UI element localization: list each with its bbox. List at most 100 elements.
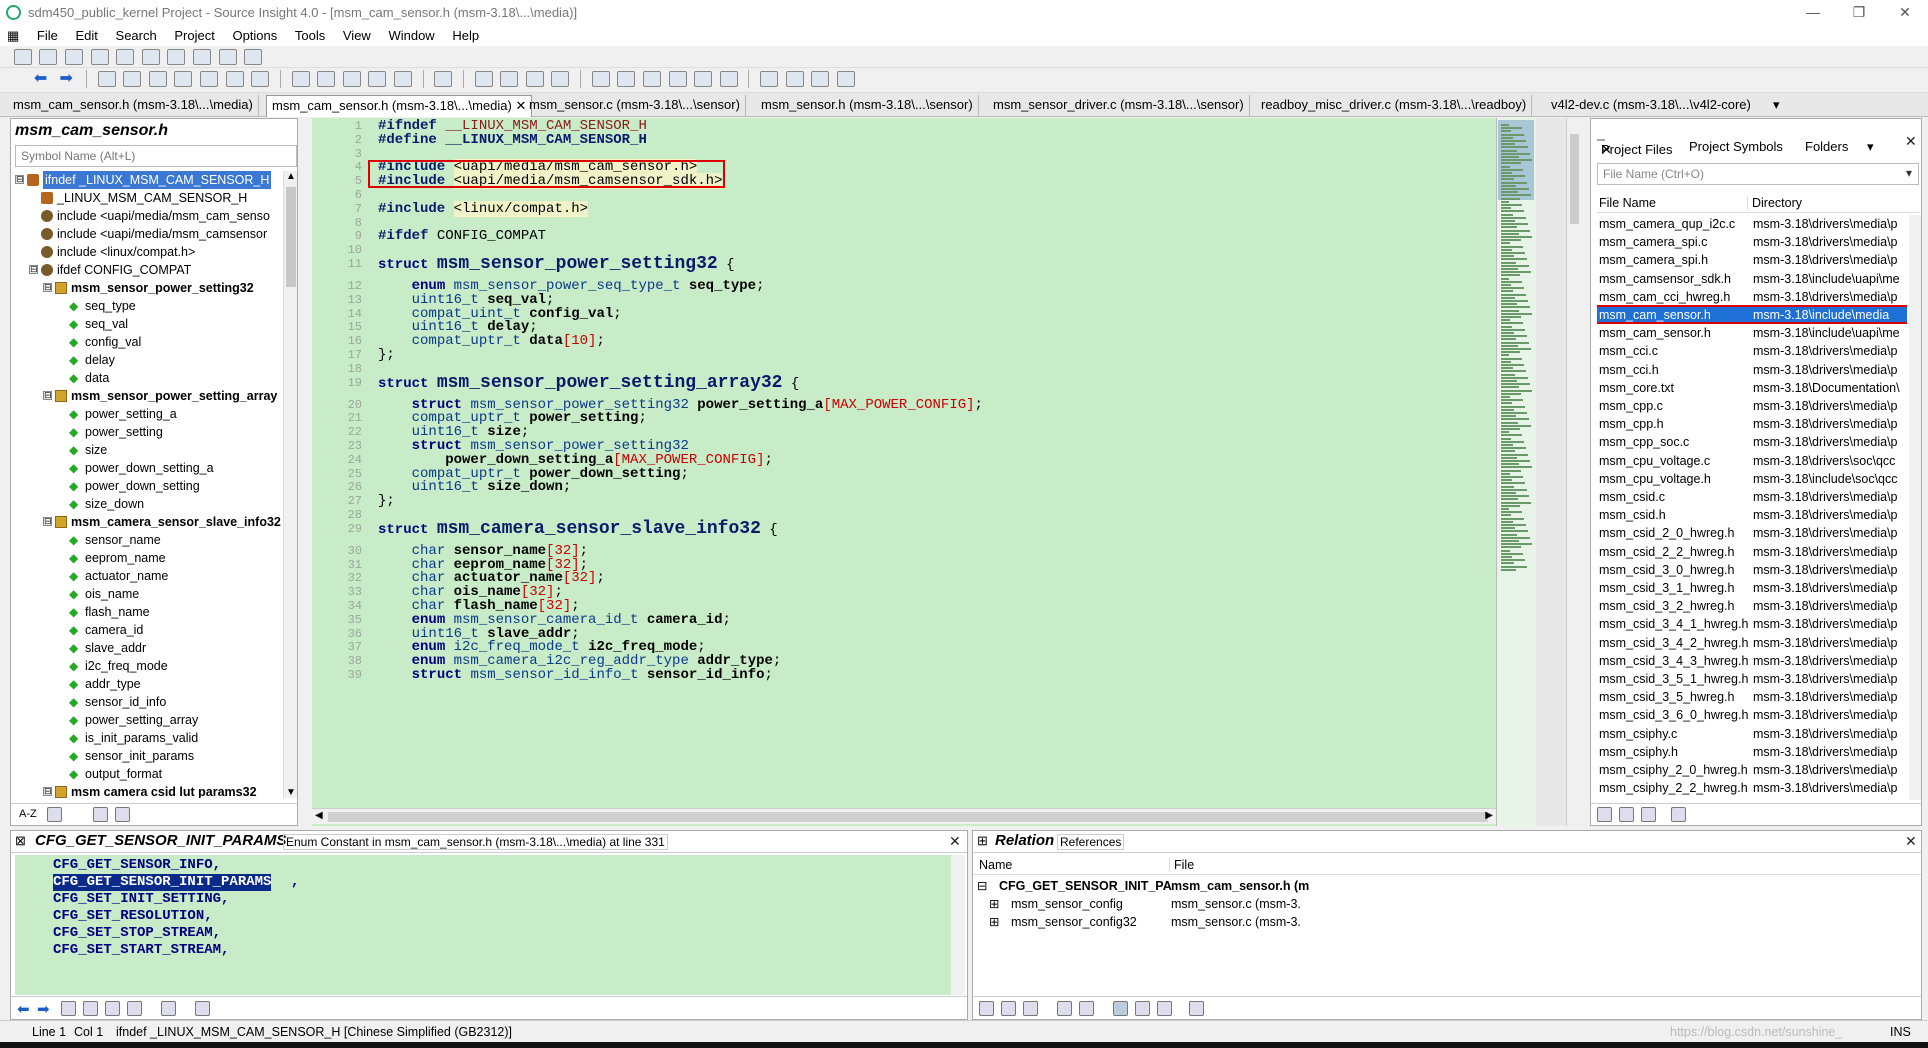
symbol-window-toggle-icon[interactable] bbox=[13, 49, 32, 65]
symbol-item[interactable]: ◆ delay bbox=[13, 351, 281, 369]
open-project-icon[interactable] bbox=[317, 71, 336, 87]
reformat-icon[interactable] bbox=[251, 71, 270, 87]
search-files-icon[interactable] bbox=[617, 71, 636, 87]
cascade-icon[interactable] bbox=[836, 71, 855, 87]
jump-icon[interactable] bbox=[525, 71, 544, 87]
file-list-icon[interactable] bbox=[1641, 807, 1656, 822]
r-icon[interactable] bbox=[105, 1001, 120, 1016]
close-button[interactable]: ✕ bbox=[1882, 0, 1928, 25]
menu-edit[interactable]: Edit bbox=[69, 25, 105, 46]
sort-az-icon[interactable]: A-Z bbox=[19, 808, 37, 820]
tile-icon[interactable] bbox=[760, 71, 778, 87]
clip-window-icon[interactable] bbox=[116, 49, 135, 65]
project-file-row[interactable]: msm_csid_3_2_hwreg.h msm-3.18\drivers\med… bbox=[1597, 597, 1907, 615]
overview-icon[interactable] bbox=[167, 49, 186, 65]
r-icon[interactable] bbox=[719, 71, 738, 87]
symbol-item[interactable]: ◆ flash_name bbox=[13, 603, 281, 621]
context-code-line[interactable]: CFG_SET_STOP_STREAM, bbox=[15, 925, 945, 942]
project-list-scrollbar[interactable] bbox=[1909, 215, 1921, 800]
graph-view-icon[interactable] bbox=[1135, 1001, 1150, 1016]
symbol-item[interactable]: ◆ power_down_setting_a bbox=[13, 459, 281, 477]
context-code-line[interactable]: CFG_SET_RESOLUTION, bbox=[15, 908, 945, 925]
project-file-row[interactable]: msm_csid_3_0_hwreg.h msm-3.18\drivers\med… bbox=[1597, 561, 1907, 579]
symbol-item[interactable]: include <uapi/media/msm_cam_senso bbox=[13, 207, 281, 225]
project-file-row[interactable]: msm_csid_3_5_1_hwreg.h msm-3.18\drivers\m… bbox=[1597, 670, 1907, 688]
project-file-row[interactable]: msm_csid.c msm-3.18\drivers\media\p bbox=[1597, 488, 1907, 506]
symbol-search-input[interactable] bbox=[15, 145, 297, 167]
print-icon[interactable] bbox=[434, 71, 453, 87]
symbol-item[interactable]: ◆ eeprom_name bbox=[13, 549, 281, 567]
vscroll-thumb[interactable] bbox=[1570, 134, 1579, 224]
symbol-item[interactable]: ◆ power_setting_array bbox=[13, 711, 281, 729]
project-file-row[interactable]: msm_camsensor_sdk.h msm-3.18\include\uapi… bbox=[1597, 270, 1907, 288]
save-project-icon[interactable] bbox=[342, 71, 361, 87]
collapse-icon[interactable]: ⊟ bbox=[43, 517, 52, 526]
symbol-item[interactable]: ◆ data bbox=[13, 369, 281, 387]
code-minimap[interactable] bbox=[1496, 118, 1536, 826]
symbol-item[interactable]: ◆ seq_val bbox=[13, 315, 281, 333]
lock-icon[interactable] bbox=[161, 1001, 176, 1016]
symbol-item[interactable]: ◆ is_init_params_valid bbox=[13, 729, 281, 747]
menu-project[interactable]: Project bbox=[167, 25, 221, 46]
project-file-row[interactable]: msm_csiphy.h msm-3.18\drivers\media\p bbox=[1597, 743, 1907, 761]
sync-icon[interactable] bbox=[394, 71, 412, 87]
tab-msm-cam-sensor-h-1[interactable]: msm_cam_sensor.h (msm-3.18\...\media) bbox=[8, 95, 259, 117]
collapse-icon[interactable]: ⊟ bbox=[43, 283, 52, 292]
symbol-scrollbar[interactable]: ▲ ▼ bbox=[283, 171, 297, 798]
scroll-right-icon[interactable]: ▶ bbox=[1485, 810, 1493, 821]
project-file-row[interactable]: msm_camera_qup_i2c.c msm-3.18\drivers\med… bbox=[1597, 215, 1907, 233]
collapse-icon[interactable]: ⊟ bbox=[15, 175, 24, 184]
project-file-row[interactable]: msm_camera_spi.h msm-3.18\drivers\media\p bbox=[1597, 251, 1907, 269]
split-horizontal-icon[interactable] bbox=[785, 71, 804, 87]
vertical-scrollbar[interactable] bbox=[1566, 118, 1582, 826]
project-file-row[interactable]: msm_cpu_voltage.c msm-3.18\drivers\soc\qc… bbox=[1597, 452, 1907, 470]
symbol-item[interactable]: ◆ camera_id bbox=[13, 621, 281, 639]
symbol-item[interactable]: ◆ power_setting bbox=[13, 423, 281, 441]
menu-help[interactable]: Help bbox=[445, 25, 486, 46]
project-file-row[interactable]: msm_cci.h msm-3.18\drivers\media\p bbox=[1597, 361, 1907, 379]
project-file-row[interactable]: msm_csid_3_1_hwreg.h msm-3.18\drivers\med… bbox=[1597, 579, 1907, 597]
scroll-left-icon[interactable]: ◀ bbox=[315, 810, 323, 821]
context-window-close-icon[interactable]: ✕ bbox=[949, 833, 961, 850]
project-file-row[interactable]: msm_csid_2_2_hwreg.h msm-3.18\drivers\med… bbox=[1597, 543, 1907, 561]
tab-folders[interactable]: Folders bbox=[1805, 139, 1848, 154]
symbol-item[interactable]: ◆ ois_name bbox=[13, 585, 281, 603]
context-code-line[interactable]: CFG_GET_SENSOR_INFO, bbox=[15, 857, 945, 874]
layout-icon[interactable] bbox=[127, 1001, 142, 1016]
tab-menu-icon[interactable]: ▾ bbox=[1867, 139, 1874, 155]
tab-msm-sensor-c[interactable]: msm_sensor.c (msm-3.18\...\sensor) bbox=[524, 95, 746, 117]
refresh-icon[interactable] bbox=[1079, 1001, 1094, 1016]
symbol-item[interactable]: ◆ size_down bbox=[13, 495, 281, 513]
code-editor[interactable]: 1 #ifndef __LINUX_MSM_CAM_SENSOR_H 2 #defin… bbox=[312, 118, 1496, 826]
save-icon[interactable] bbox=[174, 71, 193, 87]
symbol-item[interactable]: ⊟ msm_sensor_power_setting_array bbox=[13, 387, 281, 405]
split-vertical-icon[interactable] bbox=[811, 71, 830, 87]
context-code[interactable]: CFG_GET_SENSOR_INFO, CFG_GET_SENSOR_INIT_… bbox=[15, 855, 951, 995]
context-code-line[interactable]: CFG_SET_INIT_SETTING, bbox=[15, 891, 945, 908]
file-name-filter-input[interactable]: File Name (Ctrl+O) ▾ bbox=[1597, 163, 1919, 185]
symbol-item[interactable]: ◆ power_setting_a bbox=[13, 405, 281, 423]
expand-icon[interactable]: ⊞ bbox=[989, 913, 999, 931]
relation-window-close-icon[interactable]: ✕ bbox=[1905, 833, 1917, 850]
project-file-row[interactable]: msm_camera_spi.c msm-3.18\drivers\media\p bbox=[1597, 233, 1907, 251]
scroll-thumb[interactable] bbox=[286, 187, 296, 287]
tab-msm-cam-sensor-h-active[interactable]: msm_cam_sensor.h (msm-3.18\...\media) ✕ bbox=[266, 95, 533, 117]
symbol-item[interactable]: ◆ slave_addr bbox=[13, 639, 281, 657]
collapse-icon[interactable]: ⊟ bbox=[43, 787, 52, 796]
context-window-toggle-icon[interactable] bbox=[39, 49, 58, 65]
scroll-up-icon[interactable]: ▲ bbox=[286, 171, 296, 182]
symbol-item[interactable]: ◆ addr_type bbox=[13, 675, 281, 693]
tab-readboy-misc-driver-c[interactable]: readboy_misc_driver.c (msm-3.18\...\read… bbox=[1256, 95, 1533, 117]
expand-icon[interactable]: ⊞ bbox=[989, 895, 999, 913]
project-window-toggle-icon[interactable] bbox=[90, 49, 109, 65]
project-file-row[interactable]: msm_csid_3_5_hwreg.h msm-3.18\drivers\med… bbox=[1597, 688, 1907, 706]
project-file-row[interactable]: msm_core.txt msm-3.18\Documentation\ bbox=[1597, 379, 1907, 397]
symbol-item[interactable]: ◆ seq_type bbox=[13, 297, 281, 315]
project-file-row[interactable]: msm_csid_2_0_hwreg.h msm-3.18\drivers\med… bbox=[1597, 524, 1907, 542]
menu-icon[interactable]: ▦ bbox=[0, 25, 26, 46]
sync-icon[interactable] bbox=[1619, 807, 1634, 822]
symbol-item[interactable]: ⊟ ifndef _LINUX_MSM_CAM_SENSOR_H bbox=[13, 171, 281, 189]
tab-msm-sensor-driver-c[interactable]: msm_sensor_driver.c (msm-3.18\...\sensor… bbox=[988, 95, 1250, 117]
symbol-item[interactable]: ◆ power_down_setting bbox=[13, 477, 281, 495]
book-icon[interactable] bbox=[642, 71, 661, 87]
